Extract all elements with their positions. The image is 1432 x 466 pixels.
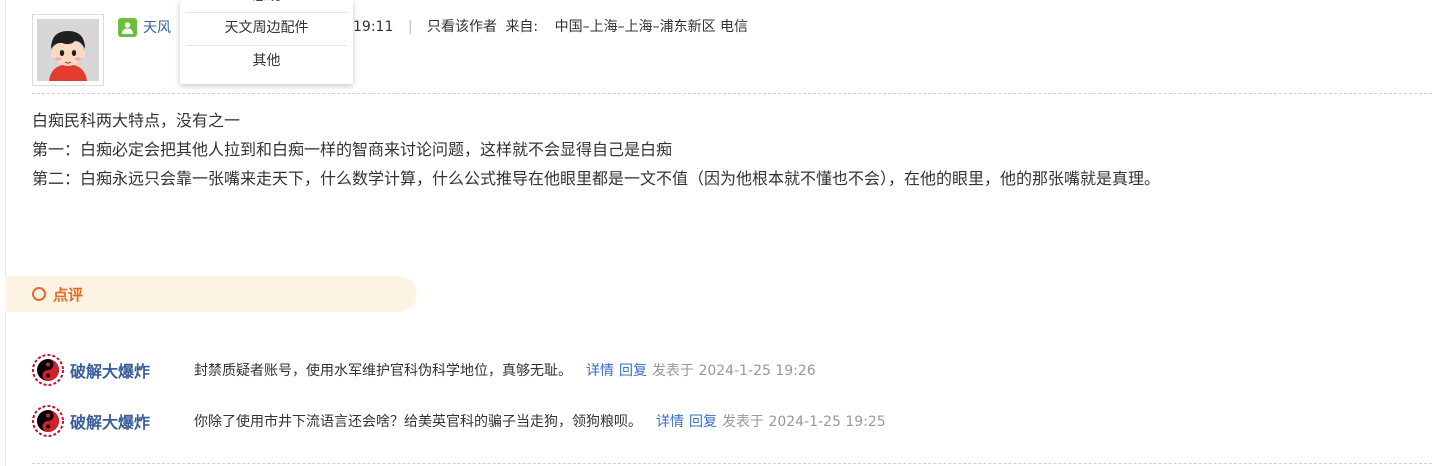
header-divider (32, 93, 1432, 94)
rating-label: 点评 (53, 285, 84, 304)
comment-detail-link[interactable]: 详情 (656, 411, 684, 431)
person-silhouette-icon (122, 21, 133, 34)
category-dropdown-menu: 感观 天文周边配件 其他 (180, 0, 353, 84)
yin-yang-avatar-icon[interactable] (32, 405, 64, 437)
footer-divider (32, 463, 1432, 464)
post-line: 第二：白痴永远只会靠一张嘴来走天下，什么数学计算，什么公式推导在他眼里都是一文不… (32, 169, 1161, 188)
comment-username[interactable]: 破解大爆炸 (70, 409, 194, 433)
comment-timestamp: 发表于 2024-1-25 19:26 (652, 363, 816, 379)
post-author-line: 天风 (118, 16, 171, 38)
comment-text: 你除了使用市井下流语言还会啥？给美英官科的骗子当走狗，领狗粮呗。 (194, 414, 642, 430)
comment-reply-link[interactable]: 回复 (689, 411, 717, 431)
dropdown-divider (186, 12, 347, 13)
post-line: 白痴民科两大特点，没有之一 (32, 111, 241, 130)
author-avatar[interactable] (32, 14, 104, 86)
comment-reply-link[interactable]: 回复 (619, 360, 647, 380)
cartoon-boy-icon (37, 19, 99, 81)
author-name-link[interactable]: 天风 (143, 17, 171, 37)
dropdown-divider (186, 45, 347, 46)
post-line: 第一：白痴必定会把其他人拉到和白痴一样的智商来讨论问题，这样就不会显得自己是白痴 (32, 140, 673, 159)
author-only-link[interactable]: 只看该作者 (427, 19, 497, 35)
comment-detail-link[interactable]: 详情 (586, 360, 614, 380)
comment-username[interactable]: 破解大爆炸 (70, 358, 194, 382)
left-border (5, 0, 6, 466)
dropdown-item-other[interactable]: 其他 (186, 47, 347, 75)
yin-yang-avatar-icon[interactable] (32, 354, 64, 386)
comment-text: 封禁质疑者账号，使用水军维护官科伪科学地位，真够无耻。 (194, 363, 572, 379)
forum-post: 天风 19:11 | 只看该作者 来自: 中国–上海–上海–浦东新区 电信 感观… (0, 0, 1432, 466)
from-label: 来自: (505, 19, 539, 35)
rating-comment: 破解大爆炸 封禁质疑者账号，使用水军维护官科伪科学地位，真够无耻。 详情 回复 … (32, 354, 816, 386)
post-meta: 19:11 | 只看该作者 来自: 中国–上海–上海–浦东新区 电信 (353, 16, 748, 38)
dropdown-item-astro-accessories[interactable]: 天文周边配件 (186, 14, 347, 42)
avatar-image (37, 19, 99, 81)
post-time: 19:11 (353, 19, 394, 35)
circle-icon (32, 287, 46, 301)
comment-timestamp: 发表于 2024-1-25 19:25 (722, 414, 886, 430)
rating-section-header: 点评 (5, 276, 417, 312)
dropdown-item-partial[interactable]: 感观 (186, 0, 347, 10)
post-content: 白痴民科两大特点，没有之一 第一：白痴必定会把其他人拉到和白痴一样的智商来讨论问… (32, 106, 1160, 193)
meta-separator: | (407, 19, 413, 35)
rating-comment: 破解大爆炸 你除了使用市井下流语言还会啥？给美英官科的骗子当走狗，领狗粮呗。 详… (32, 405, 886, 437)
user-icon (118, 17, 137, 37)
location-text: 中国–上海–上海–浦东新区 电信 (554, 19, 749, 35)
